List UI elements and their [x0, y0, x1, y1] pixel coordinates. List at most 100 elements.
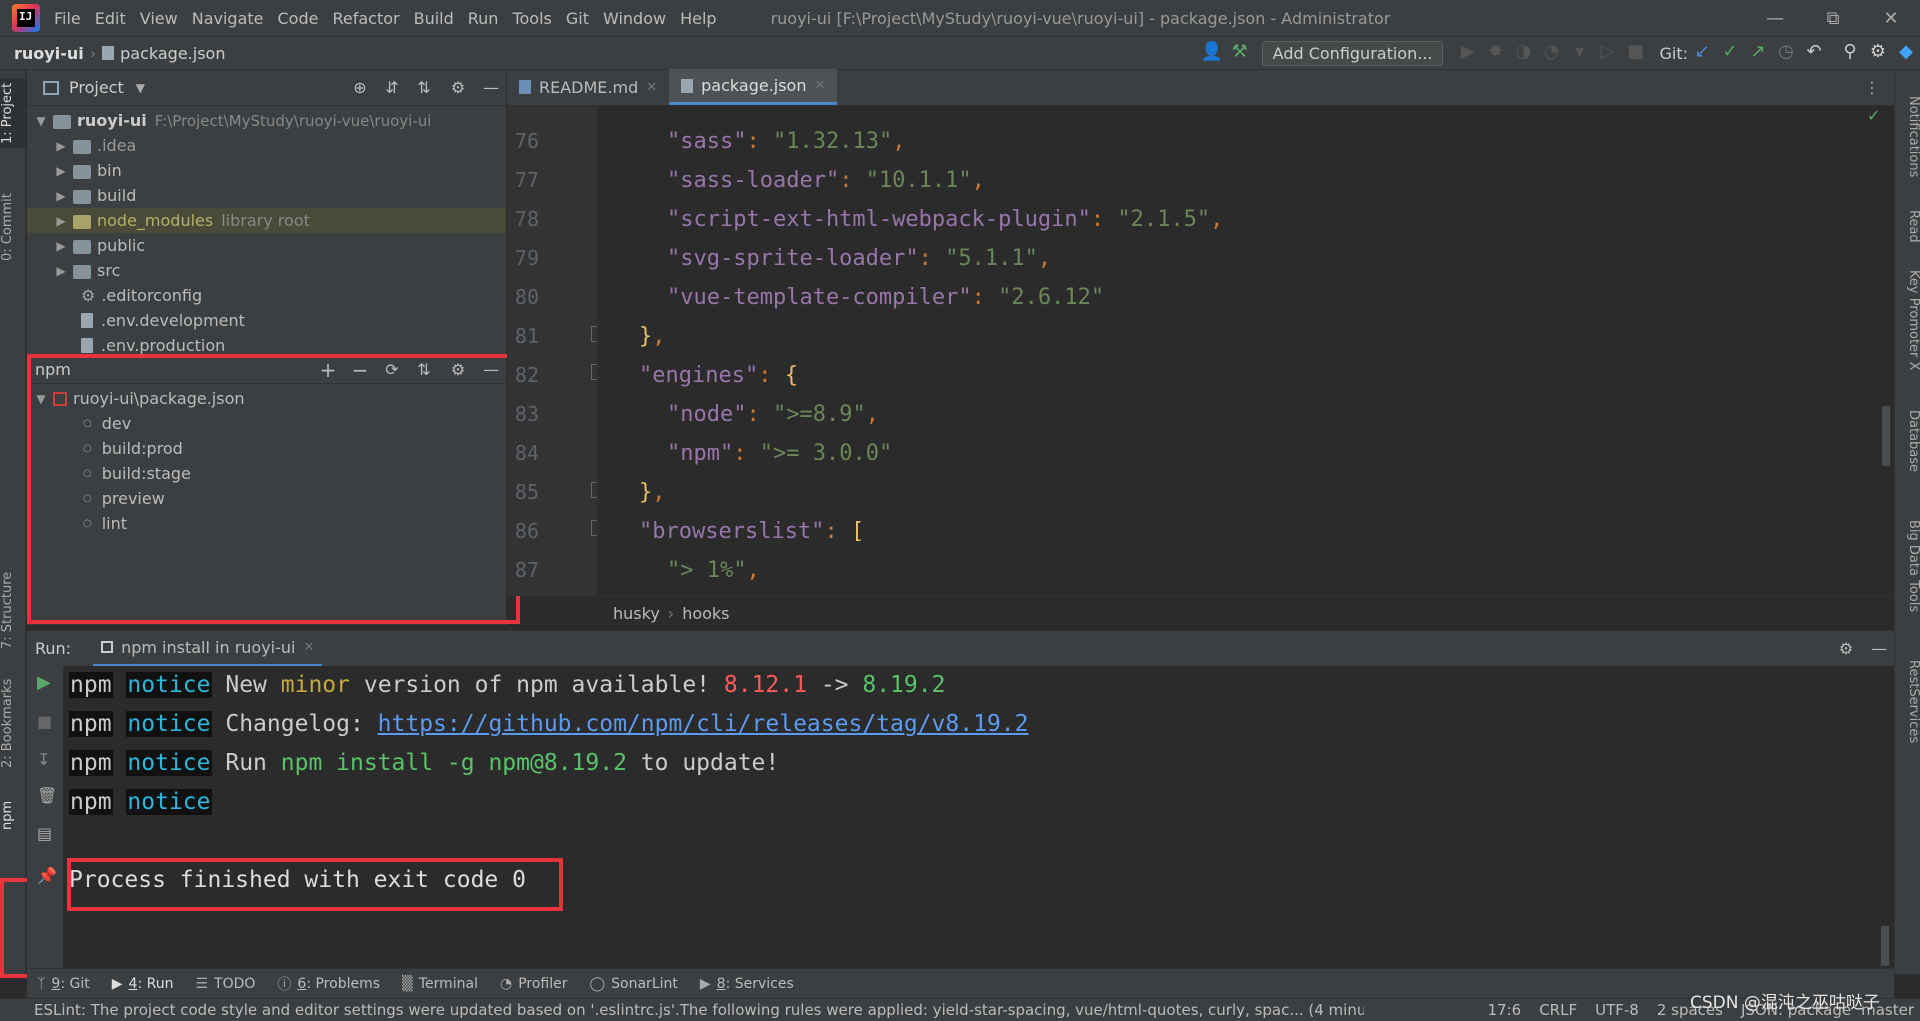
nav-file[interactable]: package.json	[120, 44, 225, 63]
close-window-icon[interactable]: ✕	[1862, 8, 1920, 29]
stop-icon[interactable]: ■	[37, 712, 52, 731]
tool-tab-bookmarks[interactable]: 2: Bookmarks	[0, 668, 26, 778]
tool-tab-npm[interactable]: npm	[0, 790, 26, 840]
breadcrumb-item[interactable]: husky	[613, 604, 660, 623]
tool-tab-terminal[interactable]: ▒ Terminal	[402, 976, 478, 992]
tree-item[interactable]: .env.development	[27, 308, 506, 333]
minimize-icon[interactable]: —	[1746, 8, 1804, 29]
tree-item[interactable]: ▶ .idea	[27, 133, 506, 158]
hide-pane-icon[interactable]: —	[1864, 639, 1894, 658]
stop-icon[interactable]: ■	[1621, 41, 1649, 65]
collapse-all-icon[interactable]: ⇅	[408, 78, 440, 97]
layout-icon[interactable]: ▤	[37, 824, 52, 843]
tool-tab-key-promoter[interactable]: Key Promoter X	[1897, 270, 1920, 380]
tab-package-json[interactable]: package.json ✕	[669, 69, 838, 105]
tab-readme[interactable]: README.md ✕	[507, 69, 669, 105]
settings-gear-icon[interactable]: ⚙	[1864, 41, 1892, 65]
status-message[interactable]: ESLint: The project code style and edito…	[34, 1001, 1364, 1019]
debug-icon[interactable]: ✸	[1481, 41, 1509, 65]
coverage-icon[interactable]: ◑	[1509, 41, 1537, 65]
tool-tab-git[interactable]: ᛉ9: Git	[37, 976, 90, 992]
tool-tab-big-data-tools[interactable]: Big Data Tools	[1897, 520, 1920, 630]
chevron-right-icon[interactable]: ▶	[53, 164, 69, 178]
tree-item[interactable]: ▶ src	[27, 258, 506, 283]
git-update-icon[interactable]: ↙	[1688, 41, 1716, 65]
tree-item-node-modules[interactable]: ▶ node_modules library root	[27, 208, 506, 233]
rerun-icon[interactable]: ▶	[37, 672, 51, 693]
chevron-right-icon[interactable]: ▶	[53, 189, 69, 203]
menu-build[interactable]: Build	[414, 9, 454, 28]
scroll-to-end-icon[interactable]: ↧	[37, 750, 50, 769]
profile-icon[interactable]: ◔	[1537, 41, 1565, 65]
menu-edit[interactable]: Edit	[95, 9, 126, 28]
more-tabs-icon[interactable]: ⋮	[1864, 78, 1880, 97]
breadcrumb-item[interactable]: hooks	[682, 604, 729, 623]
toolbox-icon[interactable]: ◆	[1892, 41, 1920, 65]
resume-icon[interactable]: ▷	[1593, 41, 1621, 65]
menu-git[interactable]: Git	[566, 9, 589, 28]
tool-tab-notifications[interactable]: Notifications	[1897, 96, 1920, 186]
tree-item[interactable]: ▶ public	[27, 233, 506, 258]
locate-icon[interactable]: ⊕	[344, 78, 376, 97]
close-tab-icon[interactable]: ✕	[814, 78, 825, 93]
tool-tab-database[interactable]: Database	[1897, 410, 1920, 490]
chevron-right-icon[interactable]: ▶	[53, 214, 69, 228]
console-scrollbar[interactable]	[1881, 926, 1889, 966]
tool-tab-commit[interactable]: 0: Commit	[0, 182, 26, 272]
menu-file[interactable]: File	[54, 9, 81, 28]
inspection-ok-icon[interactable]: ✓	[1867, 106, 1881, 125]
tree-item[interactable]: ▶ build	[27, 183, 506, 208]
tool-tab-structure[interactable]: 7: Structure	[0, 562, 26, 658]
tool-tab-project[interactable]: 1: Project	[0, 78, 26, 148]
menu-navigate[interactable]: Navigate	[192, 9, 264, 28]
chevron-right-icon[interactable]: ▶	[53, 139, 69, 153]
file-encoding[interactable]: UTF-8	[1595, 1001, 1639, 1019]
pane-settings-icon[interactable]: ⚙	[1828, 639, 1864, 658]
chevron-right-icon[interactable]: ▶	[53, 239, 69, 253]
run-console[interactable]: npm notice New minor version of npm avai…	[63, 666, 1894, 968]
tree-item[interactable]: ⚙ .editorconfig	[27, 283, 506, 308]
menu-code[interactable]: Code	[278, 9, 319, 28]
add-configuration-button[interactable]: Add Configuration...	[1261, 40, 1444, 66]
git-push-icon[interactable]: ↗	[1744, 41, 1772, 65]
tree-item[interactable]: ▶ bin	[27, 158, 506, 183]
tool-tab-profiler[interactable]: ◔ Profiler	[500, 976, 568, 992]
hide-pane-icon[interactable]: —	[476, 78, 506, 97]
caret-position[interactable]: 17:6	[1488, 1001, 1522, 1019]
tree-root[interactable]: ▼ ruoyi-ui F:\Project\MyStudy\ruoyi-vue\…	[27, 108, 506, 133]
user-icon[interactable]: 👤	[1198, 41, 1226, 65]
menu-help[interactable]: Help	[680, 9, 716, 28]
git-commit-icon[interactable]: ✓	[1716, 41, 1744, 65]
run-dropdown-icon[interactable]: ▾	[1565, 41, 1593, 65]
close-tab-icon[interactable]: ✕	[646, 80, 657, 95]
chevron-down-icon[interactable]: ▼	[33, 114, 49, 128]
git-history-icon[interactable]: ◷	[1772, 41, 1800, 65]
code-editor[interactable]: "sass": "1.32.13", "sass-loader": "10.1.…	[597, 106, 1894, 596]
tool-tab-run[interactable]: ▶ 4: Run	[112, 976, 174, 992]
tool-tab-rest-services[interactable]: RestServices	[1897, 660, 1920, 770]
line-separator[interactable]: CRLF	[1539, 1001, 1577, 1019]
tool-tab-sonarlint[interactable]: ◯ SonarLint	[589, 976, 677, 992]
chevron-right-icon[interactable]: ▶	[53, 264, 69, 278]
search-icon[interactable]: ⚲	[1836, 41, 1864, 65]
editor-scrollbar[interactable]	[1882, 406, 1890, 466]
nav-project[interactable]: ruoyi-ui	[14, 44, 84, 63]
chevron-down-icon[interactable]: ▼	[136, 81, 145, 95]
changelog-link[interactable]: https://github.com/npm/cli/releases/tag/…	[378, 711, 1029, 737]
menu-view[interactable]: View	[140, 9, 178, 28]
tool-tab-read[interactable]: Read	[1897, 210, 1920, 250]
menu-run[interactable]: Run	[468, 9, 499, 28]
tool-tab-services[interactable]: ▶ 8: Services	[700, 976, 794, 992]
menu-refactor[interactable]: Refactor	[332, 9, 399, 28]
pane-settings-icon[interactable]: ⚙	[440, 78, 476, 97]
expand-all-icon[interactable]: ⇵	[376, 78, 408, 97]
run-tab[interactable]: npm install in ruoyi-ui ✕	[93, 631, 323, 667]
git-rollback-icon[interactable]: ↶	[1800, 41, 1828, 65]
run-icon[interactable]: ▶	[1453, 41, 1481, 65]
tool-tab-todo[interactable]: ☰ TODO	[195, 976, 255, 992]
pin-icon[interactable]: 📌	[37, 866, 57, 885]
close-tab-icon[interactable]: ✕	[303, 640, 314, 655]
trash-icon[interactable]: 🗑	[37, 786, 57, 805]
tool-tab-problems[interactable]: ⓘ 6: Problems	[277, 974, 380, 994]
restore-icon[interactable]: ⧉	[1804, 8, 1862, 29]
